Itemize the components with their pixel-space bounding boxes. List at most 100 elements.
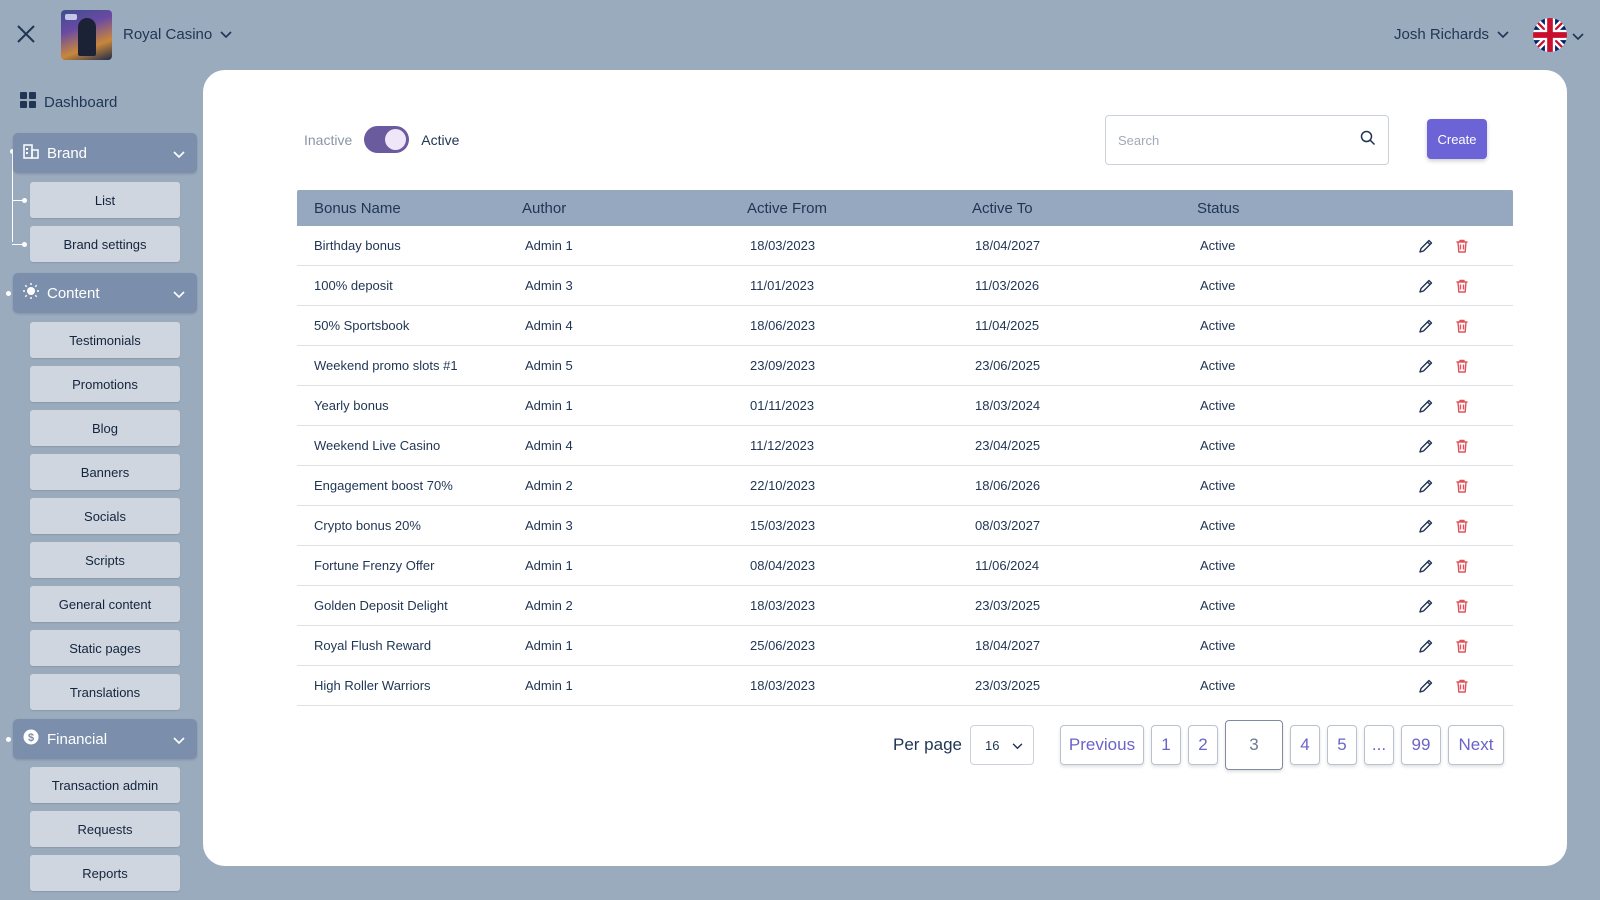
delete-trash-icon[interactable] [1453,517,1471,535]
sidebar-item-dashboard[interactable]: Dashboard [20,92,117,112]
edit-pencil-icon[interactable] [1417,477,1435,495]
sidebar-item-label: Dashboard [44,93,118,111]
delete-trash-icon[interactable] [1453,317,1471,335]
cell-bonus-name: Weekend Live Casino [314,438,441,453]
toggle-inactive-label: Inactive [304,131,353,148]
edit-pencil-icon[interactable] [1417,437,1435,455]
chevron-down-icon [220,26,232,43]
close-icon[interactable] [14,22,38,46]
page-button-last[interactable]: 99 [1401,725,1441,765]
top-bar: Royal Casino Josh Richards [0,0,1600,70]
sidebar-item-scripts[interactable]: Scripts [30,542,180,578]
delete-trash-icon[interactable] [1453,557,1471,575]
sidebar-section-brand[interactable]: Brand [13,133,197,173]
edit-pencil-icon[interactable] [1417,277,1435,295]
cell-bonus-name: Fortune Frenzy Offer [314,558,435,573]
edit-pencil-icon[interactable] [1417,637,1435,655]
delete-trash-icon[interactable] [1453,437,1471,455]
table-header: Bonus Name Author Active From Active To … [297,190,1513,226]
brand-name: Royal Casino [123,26,213,43]
create-button[interactable]: Create [1427,119,1487,159]
cell-active-from: 18/03/2023 [750,238,816,253]
delete-trash-icon[interactable] [1453,677,1471,695]
sidebar-section-content[interactable]: Content [13,273,197,313]
sidebar-item-list[interactable]: List [30,182,180,218]
sidebar-item-transaction-admin[interactable]: Transaction admin [30,767,180,803]
previous-page-button[interactable]: Previous [1060,725,1144,765]
delete-trash-icon[interactable] [1453,357,1471,375]
sidebar-item-promotions[interactable]: Promotions [30,366,180,402]
column-header-status[interactable]: Status [1197,200,1387,217]
column-header-bonus-name[interactable]: Bonus Name [297,200,522,217]
column-header-active-to[interactable]: Active To [972,200,1197,217]
page-button-1[interactable]: 1 [1151,725,1181,765]
toggle-active-label: Active [421,131,460,148]
delete-trash-icon[interactable] [1453,477,1471,495]
edit-pencil-icon[interactable] [1417,237,1435,255]
cell-bonus-name: Birthday bonus [314,238,401,253]
sidebar-item-general-content[interactable]: General content [30,586,180,622]
edit-pencil-icon[interactable] [1417,677,1435,695]
search-input[interactable] [1118,132,1360,148]
edit-pencil-icon[interactable] [1417,357,1435,375]
page-button-5[interactable]: 5 [1327,725,1357,765]
row-actions [1387,477,1471,495]
delete-trash-icon[interactable] [1453,397,1471,415]
user-menu[interactable]: Josh Richards [1394,26,1509,43]
chevron-down-icon[interactable] [1572,28,1584,46]
page-button-current[interactable]: 3 [1225,720,1283,770]
edit-pencil-icon[interactable] [1417,397,1435,415]
cell-bonus-name: Crypto bonus 20% [314,518,421,533]
delete-trash-icon[interactable] [1453,597,1471,615]
sidebar-section-financial[interactable]: $ Financial [13,719,197,759]
cell-status: Active [1200,238,1236,253]
page-button-2[interactable]: 2 [1188,725,1218,765]
sidebar-item-socials[interactable]: Socials [30,498,180,534]
edit-pencil-icon[interactable] [1417,517,1435,535]
sidebar-item-requests[interactable]: Requests [30,811,180,847]
search-icon[interactable] [1360,130,1376,151]
sidebar-item-translations[interactable]: Translations [30,674,180,710]
search-box [1105,115,1389,165]
sidebar-item-static-pages[interactable]: Static pages [30,630,180,666]
delete-trash-icon[interactable] [1453,277,1471,295]
cell-active-to: 11/06/2024 [975,558,1040,573]
column-header-author[interactable]: Author [522,200,747,217]
grid-icon [20,92,36,112]
row-actions [1387,517,1471,535]
cell-active-to: 23/03/2025 [975,598,1041,613]
uk-flag-icon[interactable] [1533,18,1567,52]
chevron-down-icon [173,286,185,303]
cell-bonus-name: Yearly bonus [314,398,389,413]
row-actions [1387,437,1471,455]
table-row: 100% deposit Admin 3 11/01/2023 11/03/2026 A… [297,266,1513,306]
table-row: Weekend promo slots #1 Admin 5 23/09/2023 2… [297,346,1513,386]
sidebar-item-brand-settings[interactable]: Brand settings [30,226,180,262]
chevron-down-icon [173,732,185,749]
cell-active-from: 25/06/2023 [750,638,816,653]
delete-trash-icon[interactable] [1453,637,1471,655]
cell-bonus-name: 50% Sportsbook [314,318,410,333]
next-page-button[interactable]: Next [1448,725,1504,765]
cell-active-from: 11/12/2023 [750,438,815,453]
table-row: Birthday bonus Admin 1 18/03/2023 18/04/202… [297,226,1513,266]
row-actions [1387,637,1471,655]
brand-selector[interactable]: Royal Casino [123,26,232,43]
edit-pencil-icon[interactable] [1417,597,1435,615]
edit-pencil-icon[interactable] [1417,557,1435,575]
row-actions [1387,557,1471,575]
column-header-active-from[interactable]: Active From [747,200,972,217]
delete-trash-icon[interactable] [1453,237,1471,255]
sidebar-item-banners[interactable]: Banners [30,454,180,490]
sidebar-item-testimonials[interactable]: Testimonials [30,322,180,358]
page-button-4[interactable]: 4 [1290,725,1320,765]
edit-pencil-icon[interactable] [1417,317,1435,335]
table-row: Golden Deposit Delight Admin 2 18/03/2023 2… [297,586,1513,626]
active-toggle[interactable] [364,126,410,153]
page-ellipsis[interactable]: ... [1364,725,1394,765]
per-page-select[interactable]: 16 [970,725,1034,765]
sidebar-item-blog[interactable]: Blog [30,410,180,446]
cell-status: Active [1200,398,1236,413]
sidebar-item-reports[interactable]: Reports [30,855,180,891]
cell-active-to: 18/03/2024 [975,398,1041,413]
